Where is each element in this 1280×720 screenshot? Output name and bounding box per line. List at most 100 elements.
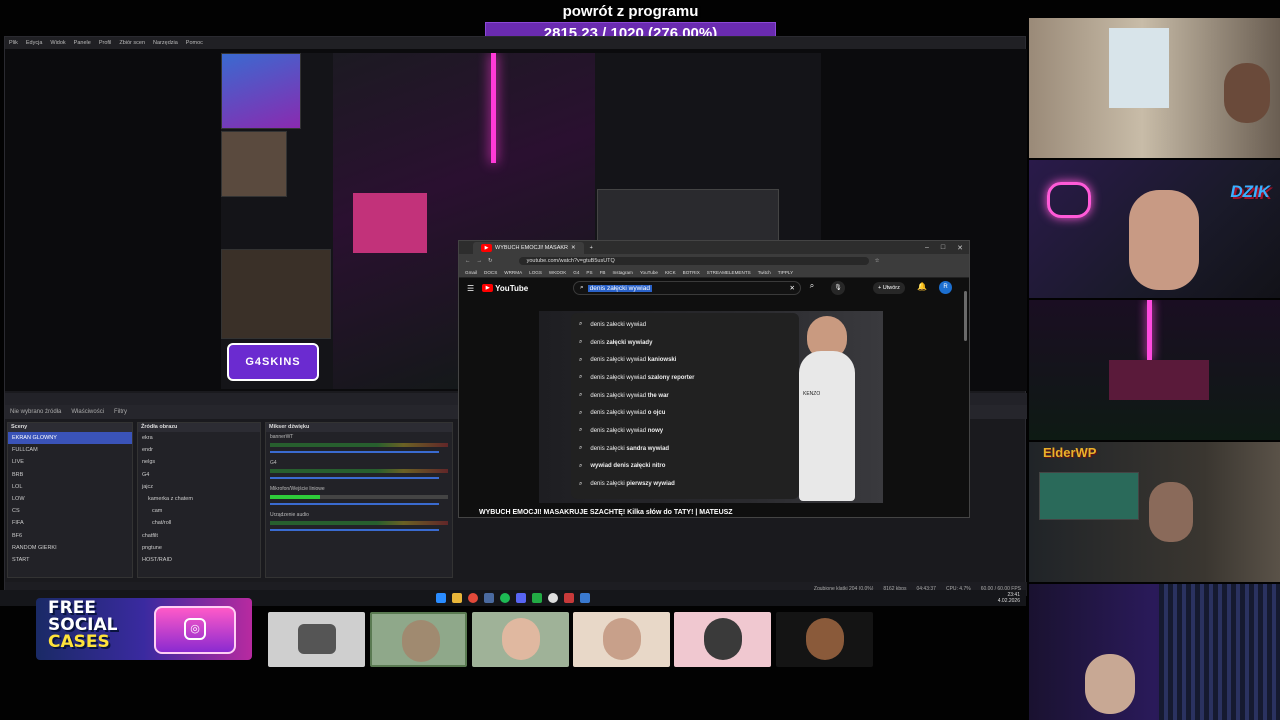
- scene-item[interactable]: BRB: [8, 469, 132, 481]
- suggestion-item[interactable]: ⌕ denis załęcki sandra wywiad: [571, 440, 799, 458]
- youtube-logo[interactable]: ▶ YouTube: [482, 284, 528, 293]
- window-view: [1109, 28, 1169, 108]
- volume-slider[interactable]: [270, 451, 440, 453]
- file-explorer-icon[interactable]: [452, 593, 462, 603]
- bookmark-item[interactable]: LOGS: [529, 270, 542, 275]
- scene-item[interactable]: FULLCAM: [8, 444, 132, 456]
- app-icon[interactable]: [564, 593, 574, 603]
- bookmark-item[interactable]: KICK: [665, 270, 676, 275]
- start-menu-icon[interactable]: [436, 593, 446, 603]
- channel-name: Urządzenie audio: [270, 512, 309, 518]
- bookmark-item[interactable]: WRRMA: [504, 270, 522, 275]
- source-item[interactable]: G4: [138, 469, 260, 481]
- clear-search-icon[interactable]: ✕: [790, 284, 795, 292]
- source-item[interactable]: nelgs: [138, 456, 260, 468]
- tab-strip: ▶ WYBUCH EMOCJI! MASAKR ✕ + – □ ✕: [459, 241, 969, 254]
- suggestion-item[interactable]: ⌕ denis załęcki wywiad szalony reporter: [571, 369, 799, 387]
- scene-item[interactable]: EKRAN GLOWNY: [8, 432, 132, 445]
- minimize-icon[interactable]: –: [925, 244, 929, 252]
- source-item[interactable]: chatfilt: [138, 530, 260, 542]
- suggestion-item[interactable]: ⌕ denis załęcki pierwszy wywiad: [571, 475, 799, 493]
- neon-light: [1147, 300, 1152, 360]
- source-item[interactable]: HOST/RAID: [138, 554, 260, 566]
- url-bar[interactable]: youtube.com/watch?v=gtuB5usUTQ: [518, 256, 869, 265]
- hamburger-icon[interactable]: ☰: [467, 284, 474, 293]
- scene-item[interactable]: CS: [8, 505, 132, 517]
- source-item[interactable]: pngtune: [138, 542, 260, 554]
- suggestion-item[interactable]: ⌕ wywiad denis załęcki nitro: [571, 458, 799, 476]
- scene-item[interactable]: START: [8, 554, 132, 566]
- suggestion-item[interactable]: ⌕ denis załęcki wywiad o ojcu: [571, 404, 799, 422]
- source-group[interactable]: kamerka z chatem: [138, 493, 260, 505]
- forward-icon[interactable]: →: [477, 258, 483, 264]
- bookmark-item[interactable]: Twitch: [758, 270, 771, 275]
- bookmark-item[interactable]: STREAMELEMENTS: [707, 270, 751, 275]
- bookmark-item[interactable]: G4: [573, 270, 579, 275]
- bookmark-item[interactable]: TIPPLY: [778, 270, 794, 275]
- menu-docks[interactable]: Panele: [74, 40, 91, 46]
- app-icon[interactable]: [580, 593, 590, 603]
- app-icon[interactable]: [532, 593, 542, 603]
- menu-tools[interactable]: Narzędzia: [153, 40, 178, 46]
- scene-item[interactable]: LIVE: [8, 456, 132, 468]
- reload-icon[interactable]: ↻: [488, 258, 493, 264]
- preview-cam-2: [221, 131, 287, 197]
- menu-view[interactable]: Widok: [50, 40, 65, 46]
- create-button[interactable]: + Utwórz: [873, 282, 905, 294]
- face-icon: [502, 618, 540, 660]
- bookmark-item[interactable]: Gmail: [465, 270, 477, 275]
- avatar[interactable]: R: [939, 281, 952, 294]
- close-tab-icon[interactable]: ✕: [571, 245, 576, 251]
- page-scrollbar[interactable]: [964, 291, 967, 341]
- source-item[interactable]: ekra: [138, 432, 260, 444]
- source-item[interactable]: jajcz: [138, 481, 260, 493]
- new-tab-icon[interactable]: +: [590, 245, 593, 251]
- obs-icon[interactable]: [548, 593, 558, 603]
- video-title[interactable]: WYBUCH EMOCJI! MASAKRUJE SZACHTĘ! Kilka …: [479, 509, 733, 516]
- discord-icon[interactable]: [516, 593, 526, 603]
- suggestion-item[interactable]: ⌕ denis załęcki wywiady: [571, 334, 799, 352]
- menu-edit[interactable]: Edycja: [26, 40, 43, 46]
- volume-slider[interactable]: [270, 529, 440, 531]
- properties-button[interactable]: Właściwości: [71, 409, 104, 415]
- bookmark-item[interactable]: FB: [600, 270, 606, 275]
- menu-help[interactable]: Pomoc: [186, 40, 203, 46]
- menu-profile[interactable]: Profil: [99, 40, 112, 46]
- volume-slider[interactable]: [270, 477, 440, 479]
- scene-item[interactable]: LOL: [8, 481, 132, 493]
- suggestion-item[interactable]: ⌕ denis załecki wywiad: [571, 316, 799, 334]
- filters-button[interactable]: Filtry: [114, 409, 127, 415]
- close-icon[interactable]: ✕: [957, 244, 963, 252]
- scene-item[interactable]: FIFA: [8, 517, 132, 529]
- source-item[interactable]: chat/roll: [138, 517, 260, 529]
- scene-item[interactable]: BF6: [8, 530, 132, 542]
- bookmark-star-icon[interactable]: ☆: [875, 258, 880, 264]
- maximize-icon[interactable]: □: [941, 244, 945, 252]
- scene-item[interactable]: LOW: [8, 493, 132, 505]
- suggestion-item[interactable]: ⌕ denis załęcki wywiad kaniowski: [571, 351, 799, 369]
- bookmark-item[interactable]: BOTRIX: [683, 270, 700, 275]
- volume-slider[interactable]: [270, 503, 440, 505]
- bookmark-item[interactable]: DOCS: [484, 270, 497, 275]
- suggestion-item[interactable]: ⌕ denis załęcki wywiad nowy: [571, 422, 799, 440]
- browser-tab[interactable]: ▶ WYBUCH EMOCJI! MASAKR ✕: [473, 241, 584, 254]
- menu-scene-collection[interactable]: Zbiór scen: [119, 40, 145, 46]
- source-item[interactable]: endr: [138, 444, 260, 456]
- back-icon[interactable]: ←: [465, 258, 471, 264]
- bookmark-item[interactable]: WKDOK: [549, 270, 566, 275]
- source-item[interactable]: cam: [138, 505, 260, 517]
- bookmark-item[interactable]: Instagram: [612, 270, 632, 275]
- scene-item[interactable]: RANDOM GIERKI: [8, 542, 132, 554]
- youtube-search-input[interactable]: ⌕ denis załęcki wywiad ✕: [573, 281, 801, 295]
- free-cases-promo[interactable]: FREE SOCIAL CASES ◎: [36, 598, 252, 660]
- spotify-icon[interactable]: [500, 593, 510, 603]
- menu-file[interactable]: Plik: [9, 40, 18, 46]
- suggestion-item[interactable]: ⌕ denis załęcki wywiad the war: [571, 387, 799, 405]
- microphone-icon[interactable]: 🎙: [831, 281, 845, 295]
- chrome-icon[interactable]: [468, 593, 478, 603]
- steam-icon[interactable]: [484, 593, 494, 603]
- search-button[interactable]: ⌕: [803, 281, 821, 295]
- notifications-bell-icon[interactable]: 🔔: [917, 282, 927, 291]
- bookmark-item[interactable]: YouTube: [640, 270, 658, 275]
- bookmark-item[interactable]: PS: [586, 270, 592, 275]
